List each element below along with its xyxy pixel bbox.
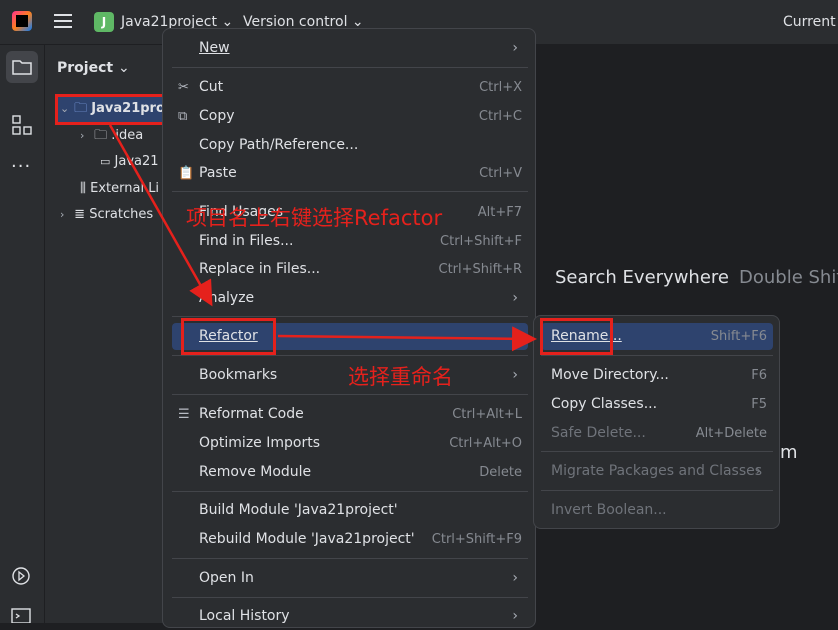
annotation-step1: 项目名上右键选择Refactor xyxy=(186,206,443,230)
annotation-arrows xyxy=(108,124,537,352)
annotation-step2: 选择重命名 xyxy=(348,365,453,389)
arrow-to-rename xyxy=(277,326,537,352)
